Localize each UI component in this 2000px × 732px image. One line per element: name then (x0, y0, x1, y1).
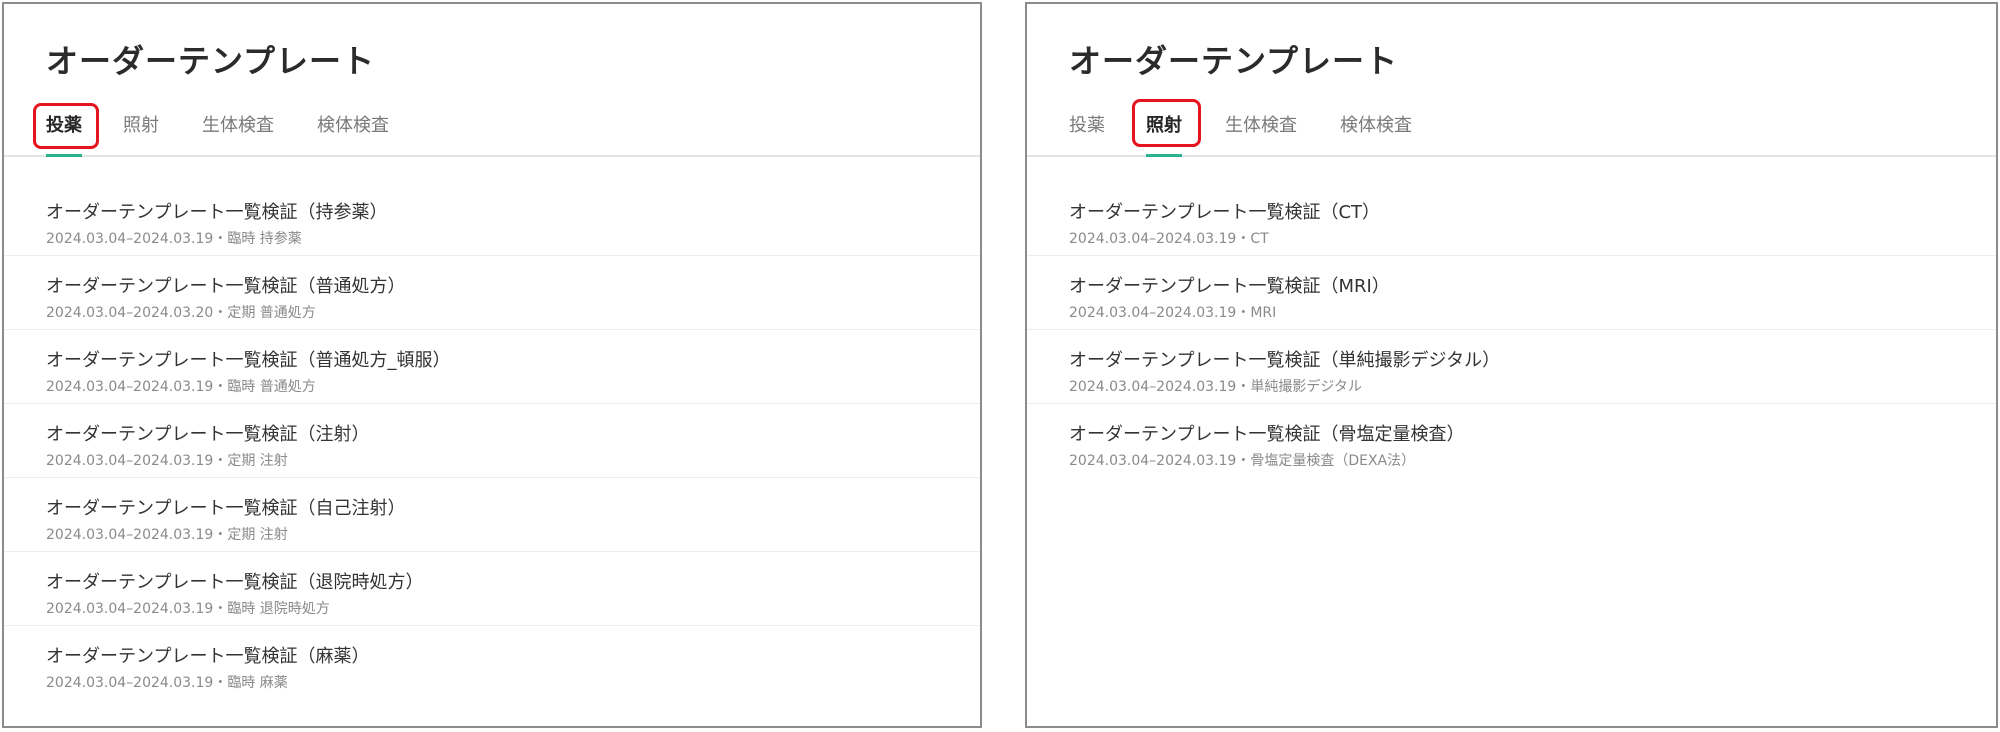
item-title: オーダーテンプレート一覧検証（退院時処方） (46, 572, 424, 593)
list-item[interactable]: オーダーテンプレート一覧検証（退院時処方） 2024.03.04–2024.03… (4, 552, 980, 626)
list-item[interactable]: オーダーテンプレート一覧検証（単純撮影デジタル） 2024.03.04–2024… (1027, 330, 1996, 404)
order-template-panel-right: オーダーテンプレート 投薬 照射 生体検査 検体検査 オーダーテンプレート一覧検… (1025, 2, 1998, 728)
page-title: オーダーテンプレート (1069, 42, 1399, 80)
item-meta: 2024.03.04–2024.03.19・臨時 麻薬 (46, 675, 288, 691)
list-item[interactable]: オーダーテンプレート一覧検証（自己注射） 2024.03.04–2024.03.… (4, 478, 980, 552)
item-meta: 2024.03.04–2024.03.19・臨時 退院時処方 (46, 601, 330, 617)
item-meta: 2024.03.04–2024.03.19・単純撮影デジタル (1069, 379, 1363, 395)
item-title: オーダーテンプレート一覧検証（持参薬） (46, 202, 388, 223)
item-title: オーダーテンプレート一覧検証（MRI） (1069, 276, 1390, 297)
active-tab-indicator (46, 154, 82, 157)
list-item[interactable]: オーダーテンプレート一覧検証（持参薬） 2024.03.04–2024.03.1… (4, 182, 980, 256)
list-item[interactable]: オーダーテンプレート一覧検証（注射） 2024.03.04–2024.03.19… (4, 404, 980, 478)
item-title: オーダーテンプレート一覧検証（普通処方） (46, 276, 406, 297)
item-meta: 2024.03.04–2024.03.20・定期 普通処方 (46, 305, 316, 321)
item-title: オーダーテンプレート一覧検証（麻薬） (46, 646, 370, 667)
item-meta: 2024.03.04–2024.03.19・MRI (1069, 305, 1277, 321)
list-item[interactable]: オーダーテンプレート一覧検証（普通処方_頓服） 2024.03.04–2024.… (4, 330, 980, 404)
item-title: オーダーテンプレート一覧検証（CT） (1069, 202, 1381, 223)
list-item[interactable]: オーダーテンプレート一覧検証（CT） 2024.03.04–2024.03.19… (1027, 182, 1996, 256)
order-template-panel-left: オーダーテンプレート 投薬 照射 生体検査 検体検査 オーダーテンプレート一覧検… (2, 2, 982, 728)
page-title: オーダーテンプレート (46, 42, 376, 80)
item-meta: 2024.03.04–2024.03.19・臨時 持参薬 (46, 231, 302, 247)
list-item[interactable]: オーダーテンプレート一覧検証（麻薬） 2024.03.04–2024.03.19… (4, 626, 980, 699)
item-meta: 2024.03.04–2024.03.19・定期 注射 (46, 527, 288, 543)
template-list: オーダーテンプレート一覧検証（CT） 2024.03.04–2024.03.19… (1027, 182, 1996, 477)
item-meta: 2024.03.04–2024.03.19・骨塩定量検査（DEXA法） (1069, 453, 1416, 469)
item-title: オーダーテンプレート一覧検証（注射） (46, 424, 370, 445)
item-meta: 2024.03.04–2024.03.19・CT (1069, 231, 1269, 247)
tab-irradiation[interactable]: 照射 (1146, 99, 1182, 153)
item-meta: 2024.03.04–2024.03.19・臨時 普通処方 (46, 379, 316, 395)
item-title: オーダーテンプレート一覧検証（自己注射） (46, 498, 406, 519)
tab-medication[interactable]: 投薬 (1069, 99, 1105, 153)
tab-medication[interactable]: 投薬 (46, 99, 82, 153)
tab-specimen-exam[interactable]: 検体検査 (317, 99, 389, 153)
list-item[interactable]: オーダーテンプレート一覧検証（普通処方） 2024.03.04–2024.03.… (4, 256, 980, 330)
tab-bar: 投薬 照射 生体検査 検体検査 (1027, 99, 1996, 157)
tab-irradiation[interactable]: 照射 (123, 99, 159, 153)
item-meta: 2024.03.04–2024.03.19・定期 注射 (46, 453, 288, 469)
tab-physiological-exam[interactable]: 生体検査 (1225, 99, 1297, 153)
template-list: オーダーテンプレート一覧検証（持参薬） 2024.03.04–2024.03.1… (4, 182, 980, 699)
item-title: オーダーテンプレート一覧検証（単純撮影デジタル） (1069, 350, 1501, 371)
list-item[interactable]: オーダーテンプレート一覧検証（骨塩定量検査） 2024.03.04–2024.0… (1027, 404, 1996, 477)
list-item[interactable]: オーダーテンプレート一覧検証（MRI） 2024.03.04–2024.03.1… (1027, 256, 1996, 330)
tab-specimen-exam[interactable]: 検体検査 (1340, 99, 1412, 153)
active-tab-indicator (1146, 154, 1182, 157)
item-title: オーダーテンプレート一覧検証（骨塩定量検査） (1069, 424, 1465, 445)
item-title: オーダーテンプレート一覧検証（普通処方_頓服） (46, 350, 451, 371)
tab-bar: 投薬 照射 生体検査 検体検査 (4, 99, 980, 157)
tab-physiological-exam[interactable]: 生体検査 (202, 99, 274, 153)
